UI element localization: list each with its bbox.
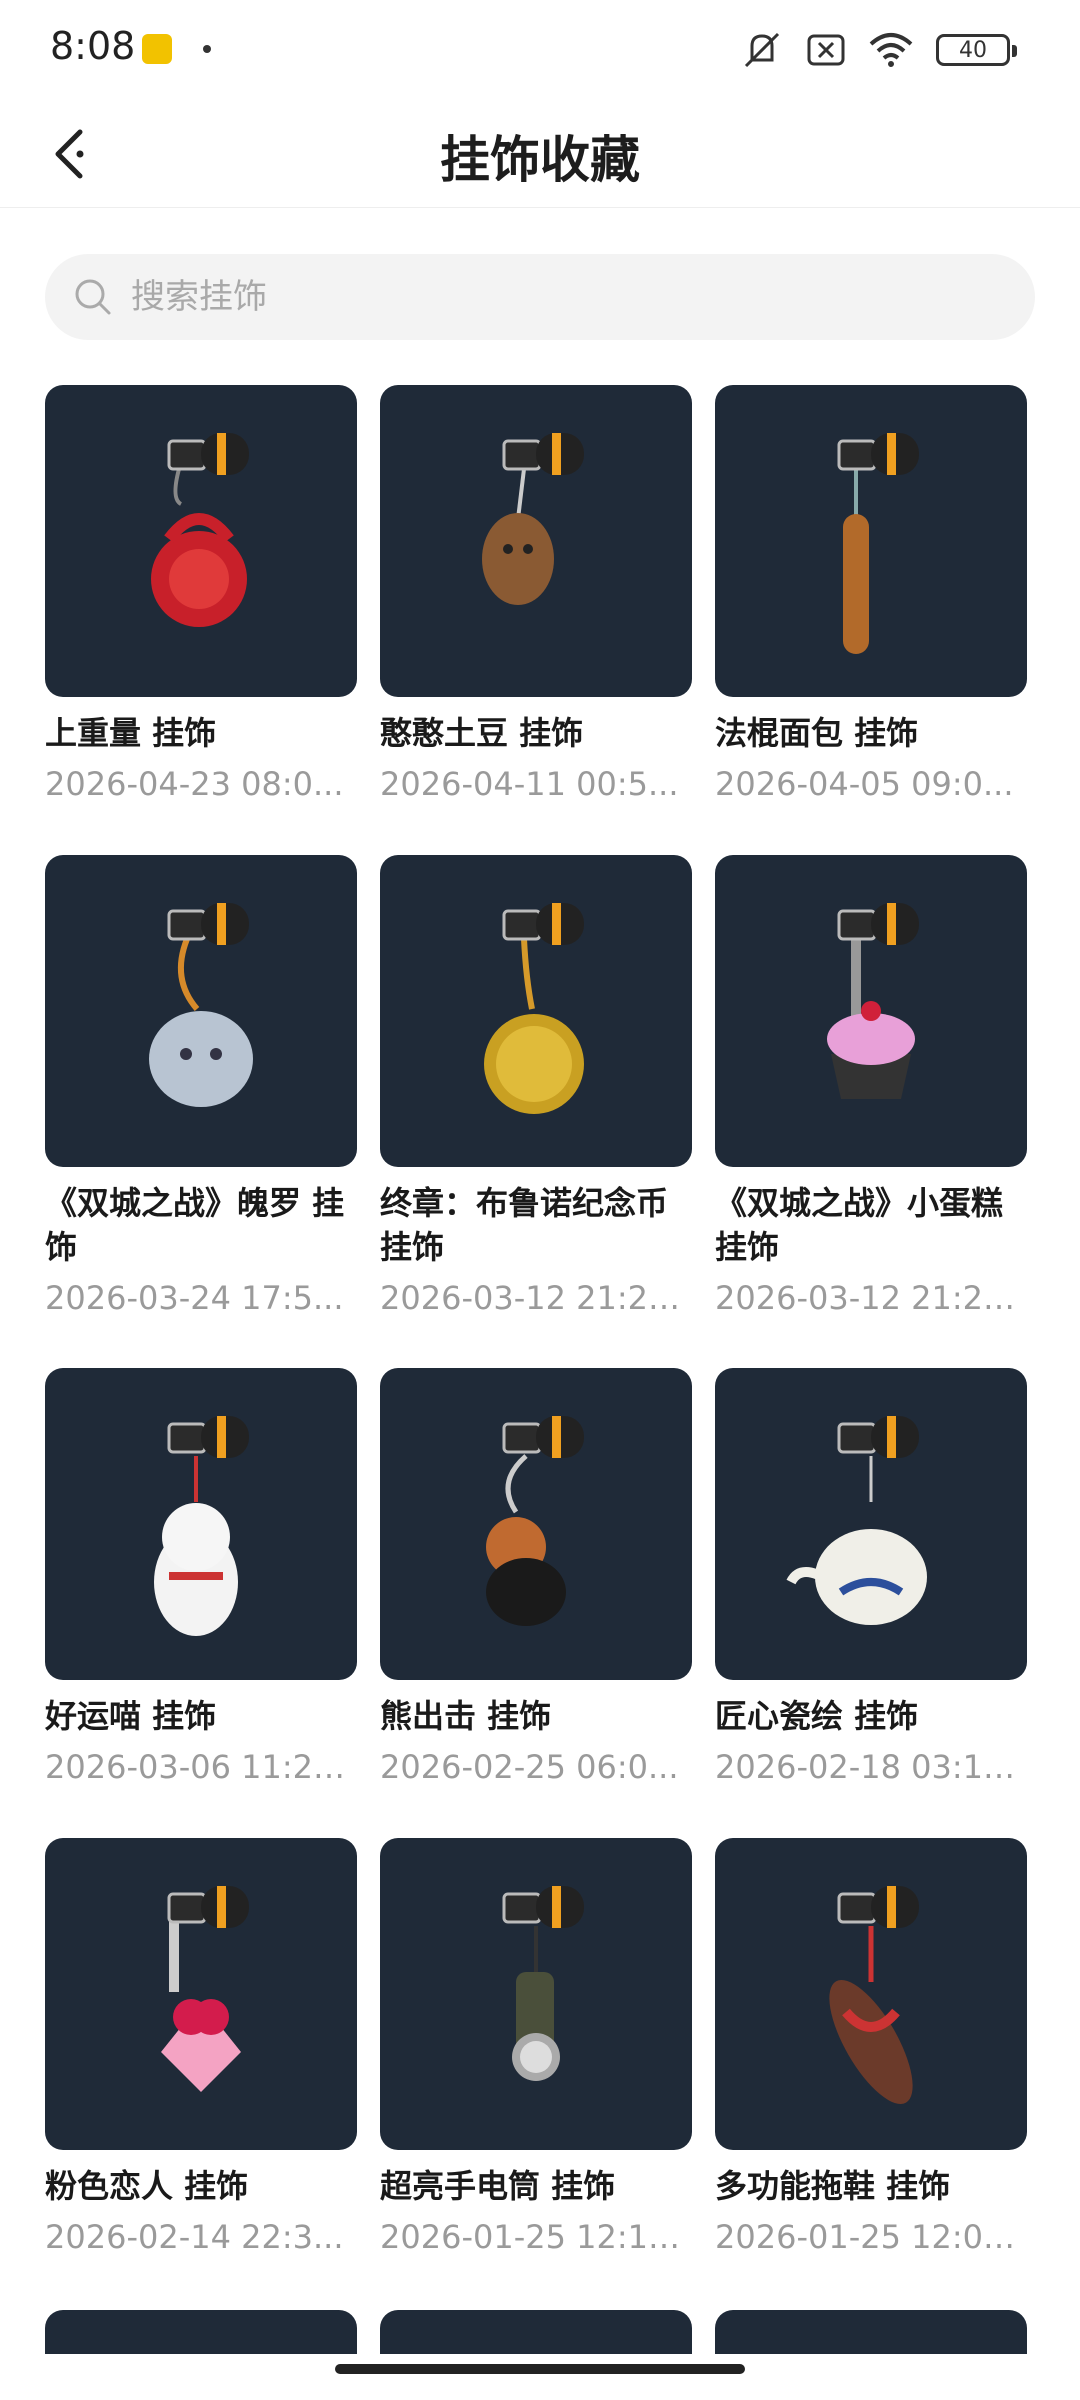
- charm-card[interactable]: 《双城之战》魄罗 挂饰 2026-03-24 17:5...: [45, 855, 357, 1319]
- cupcake-charm-icon: [721, 859, 1021, 1163]
- charm-thumbnail[interactable]: [380, 2310, 692, 2354]
- charm-date: 2026-02-25 06:0...: [380, 1748, 679, 1786]
- charm-card[interactable]: 憨憨土豆 挂饰 2026-04-11 00:5...: [380, 385, 692, 805]
- notification-dot-icon: [203, 45, 211, 53]
- charm-thumbnail[interactable]: [715, 855, 1027, 1167]
- charm-name: 憨憨土豆 挂饰: [380, 714, 584, 752]
- charm-thumbnail[interactable]: [715, 385, 1027, 697]
- charm-card-partial[interactable]: [715, 2310, 1027, 2354]
- charm-date: 2026-02-18 03:14...: [715, 1748, 1027, 1786]
- charm-date: 2026-04-11 00:5...: [380, 765, 679, 803]
- page-title: 挂饰收藏: [440, 131, 640, 189]
- charm-card[interactable]: 好运喵 挂饰 2026-03-06 11:20...: [45, 1368, 357, 1788]
- coin-charm-icon: [386, 859, 686, 1163]
- charm-thumbnail[interactable]: [380, 855, 692, 1167]
- charm-thumbnail[interactable]: [380, 385, 692, 697]
- home-indicator[interactable]: [335, 2364, 745, 2374]
- charm-thumbnail[interactable]: [715, 1368, 1027, 1680]
- charm-thumbnail[interactable]: [45, 1838, 357, 2150]
- search-icon: [75, 279, 111, 315]
- status-bar: 8:08 40: [0, 0, 1080, 100]
- charm-card[interactable]: 《双城之战》小蛋糕 挂饰 2026-03-12 21:23...: [715, 855, 1027, 1319]
- app-notification-icon: [142, 34, 172, 64]
- charm-thumbnail[interactable]: [45, 855, 357, 1167]
- heart-cake-charm-icon: [51, 1842, 351, 2146]
- charm-card[interactable]: 熊出击 挂饰 2026-02-25 06:0...: [380, 1368, 692, 1788]
- charm-thumbnail[interactable]: [380, 1838, 692, 2150]
- charm-name: 《双城之战》魄罗 挂饰: [45, 1184, 345, 1266]
- no-sim-icon: [807, 34, 845, 66]
- charm-thumbnail[interactable]: [45, 385, 357, 697]
- slipper-charm-icon: [721, 1842, 1021, 2146]
- charm-card[interactable]: 粉色恋人 挂饰 2026-02-14 22:3...: [45, 1838, 357, 2258]
- charm-name: 粉色恋人 挂饰: [45, 2167, 249, 2205]
- status-icons: 40: [740, 30, 1017, 70]
- charm-date: 2026-01-25 12:09...: [715, 2218, 1027, 2256]
- charm-date: 2026-03-06 11:20...: [45, 1748, 357, 1786]
- charm-thumbnail[interactable]: [715, 1838, 1027, 2150]
- lucky-cat-charm-icon: [51, 1372, 351, 1676]
- potato-charm-icon: [386, 389, 686, 693]
- charm-name: 《双城之战》小蛋糕 挂饰: [715, 1184, 1004, 1266]
- charm-card[interactable]: 上重量 挂饰 2026-04-23 08:0...: [45, 385, 357, 805]
- charm-card-partial[interactable]: [380, 2310, 692, 2354]
- charm-name: 好运喵 挂饰: [45, 1697, 217, 1735]
- charm-card[interactable]: 匠心瓷绘 挂饰 2026-02-18 03:14...: [715, 1368, 1027, 1788]
- teapot-charm-icon: [721, 1372, 1021, 1676]
- search-bar[interactable]: [45, 254, 1035, 340]
- poro-charm-icon: [51, 859, 351, 1163]
- bear-charm-icon: [386, 1372, 686, 1676]
- wifi-icon: [869, 33, 913, 67]
- charm-card[interactable]: 终章：布鲁诺纪念币 挂饰 2026-03-12 21:23...: [380, 855, 692, 1319]
- search-input[interactable]: [131, 277, 991, 317]
- mute-icon: [744, 32, 780, 68]
- charm-thumbnail[interactable]: [715, 2310, 1027, 2354]
- charm-name: 匠心瓷绘 挂饰: [715, 1697, 919, 1735]
- battery-level: 40: [959, 37, 987, 63]
- charm-card[interactable]: 超亮手电筒 挂饰 2026-01-25 12:11:...: [380, 1838, 692, 2258]
- charm-name: 多功能拖鞋 挂饰: [715, 2167, 951, 2205]
- kettlebell-charm-icon: [51, 389, 351, 693]
- flashlight-charm-icon: [386, 1842, 686, 2146]
- charm-card[interactable]: 法棍面包 挂饰 2026-04-05 09:0...: [715, 385, 1027, 805]
- charm-date: 2026-03-12 21:23...: [380, 1279, 692, 1317]
- charm-date: 2026-02-14 22:3...: [45, 2218, 344, 2256]
- charm-date: 2026-04-05 09:0...: [715, 765, 1014, 803]
- charm-date: 2026-04-23 08:0...: [45, 765, 344, 803]
- status-time: 8:08: [50, 24, 136, 68]
- charm-name: 超亮手电筒 挂饰: [380, 2167, 616, 2205]
- charm-thumbnail[interactable]: [45, 2310, 357, 2354]
- charm-date: 2026-03-12 21:23...: [715, 1279, 1027, 1317]
- charm-name: 上重量 挂饰: [45, 714, 217, 752]
- charm-card-partial[interactable]: [45, 2310, 357, 2354]
- charm-date: 2026-03-24 17:5...: [45, 1279, 344, 1317]
- charm-name: 终章：布鲁诺纪念币 挂饰: [380, 1184, 669, 1266]
- charm-date: 2026-01-25 12:11:...: [380, 2218, 692, 2256]
- battery-icon: 40: [936, 34, 1017, 66]
- charm-thumbnail[interactable]: [380, 1368, 692, 1680]
- charm-name: 法棍面包 挂饰: [715, 714, 919, 752]
- charm-card[interactable]: 多功能拖鞋 挂饰 2026-01-25 12:09...: [715, 1838, 1027, 2258]
- charm-name: 熊出击 挂饰: [380, 1697, 552, 1735]
- header: 挂饰收藏: [0, 100, 1080, 208]
- baguette-charm-icon: [721, 389, 1021, 693]
- charm-thumbnail[interactable]: [45, 1368, 357, 1680]
